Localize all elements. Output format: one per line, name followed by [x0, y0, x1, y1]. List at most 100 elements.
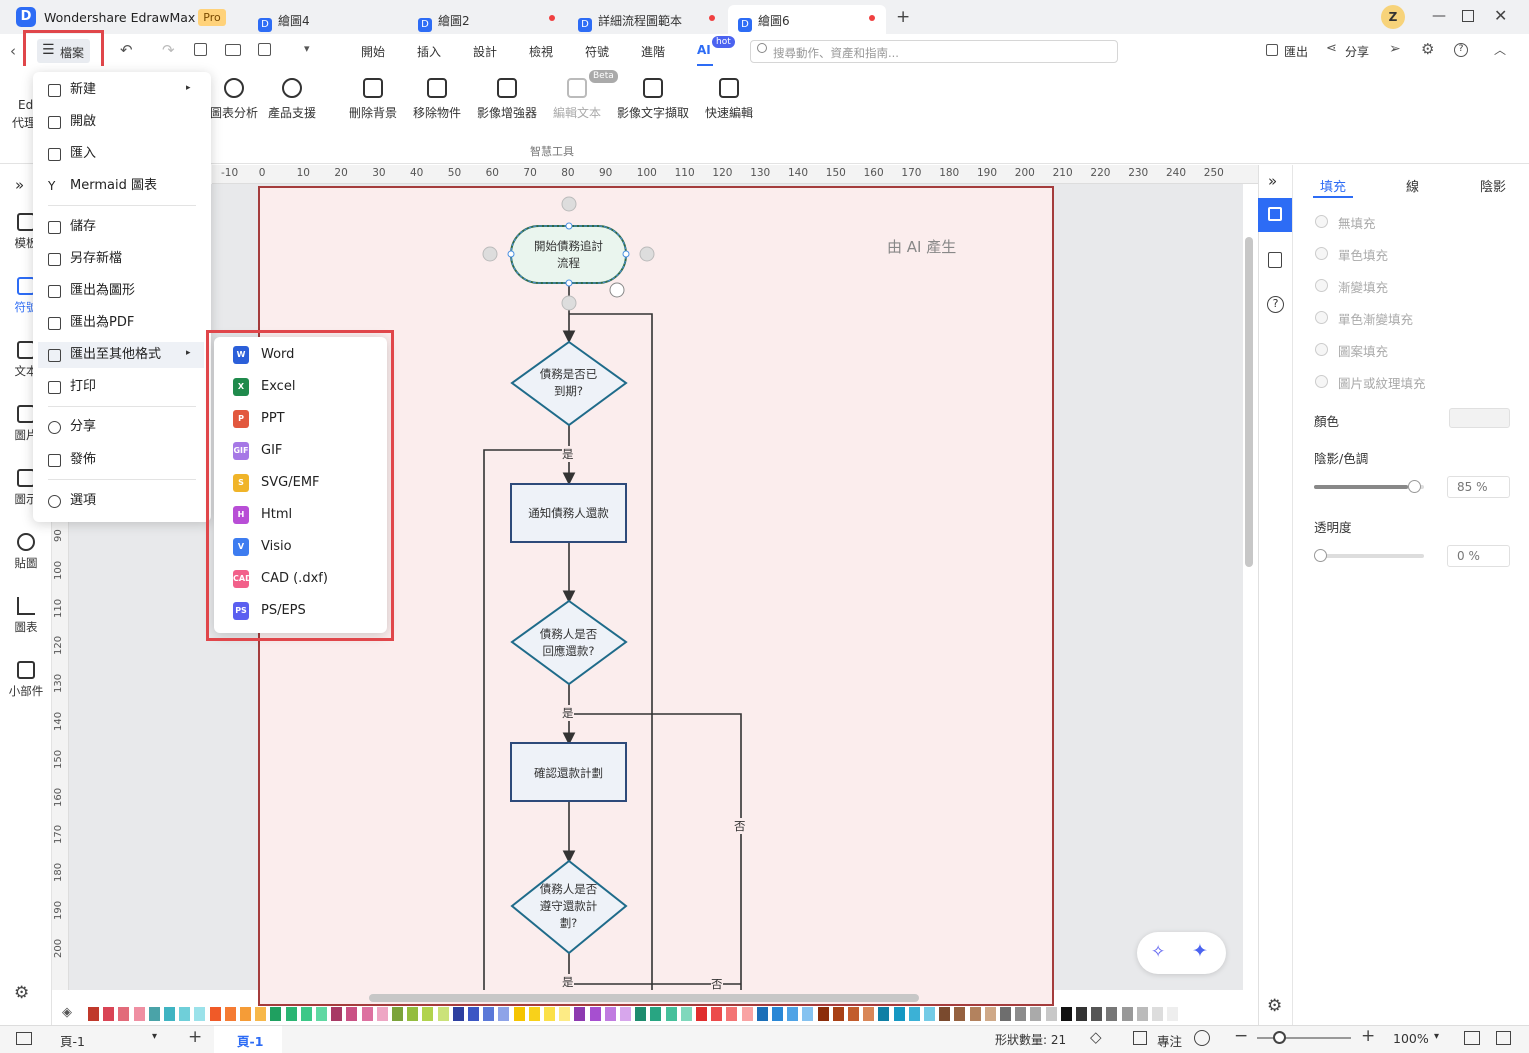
- color-swatch[interactable]: [574, 1007, 586, 1021]
- color-swatch[interactable]: [407, 1007, 419, 1021]
- color-swatch[interactable]: [437, 1007, 449, 1021]
- color-swatch[interactable]: [589, 1007, 601, 1021]
- zoom-slider-handle[interactable]: [1273, 1031, 1286, 1044]
- menu-open[interactable]: 開啟: [48, 109, 208, 135]
- color-swatch[interactable]: [559, 1007, 571, 1021]
- menu-export-other[interactable]: 匯出至其他格式: [38, 342, 204, 368]
- color-swatch[interactable]: [650, 1007, 662, 1021]
- color-swatch[interactable]: [300, 1007, 312, 1021]
- color-swatch[interactable]: [756, 1007, 768, 1021]
- color-swatch[interactable]: [88, 1007, 99, 1021]
- menu-publish[interactable]: 發佈: [48, 447, 208, 473]
- color-swatch[interactable]: [1121, 1007, 1133, 1021]
- rotate-handle[interactable]: [609, 282, 625, 298]
- transparency-slider-handle[interactable]: [1314, 549, 1327, 562]
- color-swatch[interactable]: [1152, 1007, 1163, 1021]
- menu-export-pdf[interactable]: 匯出為PDF: [48, 310, 208, 336]
- color-swatch[interactable]: [316, 1007, 327, 1021]
- color-swatch[interactable]: [361, 1007, 373, 1021]
- color-picker[interactable]: [1449, 408, 1510, 428]
- add-page-icon[interactable]: +: [188, 1027, 202, 1047]
- connection-handle-top[interactable]: [561, 196, 577, 212]
- radio-no-fill[interactable]: [1315, 215, 1328, 228]
- color-swatch[interactable]: [103, 1007, 115, 1021]
- menu-save-as[interactable]: 另存新檔: [48, 246, 208, 272]
- color-swatch[interactable]: [1000, 1007, 1011, 1021]
- color-swatch[interactable]: [924, 1007, 935, 1021]
- menu-export-image[interactable]: 匯出為圖形: [48, 278, 208, 304]
- menu-new[interactable]: 新建: [48, 77, 208, 103]
- color-swatch[interactable]: [224, 1007, 236, 1021]
- shade-slider-handle[interactable]: [1407, 480, 1421, 493]
- color-swatch[interactable]: [1015, 1007, 1027, 1021]
- fit-page-icon[interactable]: [1496, 1031, 1511, 1045]
- color-swatch[interactable]: [346, 1007, 358, 1021]
- color-swatch[interactable]: [1045, 1007, 1057, 1021]
- tab-fill[interactable]: 填充: [1320, 176, 1346, 195]
- panel-settings-icon[interactable]: ⚙: [1267, 996, 1282, 1016]
- layers-icon[interactable]: ◇: [1090, 1028, 1102, 1046]
- color-swatch[interactable]: [848, 1007, 859, 1021]
- color-swatch[interactable]: [285, 1007, 297, 1021]
- color-swatch[interactable]: [726, 1007, 738, 1021]
- menu-import[interactable]: 匯入: [48, 141, 208, 167]
- color-swatch[interactable]: [544, 1007, 555, 1021]
- color-swatch[interactable]: [863, 1007, 875, 1021]
- page-properties-icon[interactable]: [1268, 252, 1282, 268]
- fill-bucket-icon[interactable]: ◈: [62, 1005, 72, 1020]
- color-swatch[interactable]: [1136, 1007, 1148, 1021]
- menu-print[interactable]: 打印: [48, 374, 208, 400]
- menu-options[interactable]: 選項: [48, 488, 208, 514]
- color-swatch[interactable]: [1091, 1007, 1103, 1021]
- radio-single-gradient-fill[interactable]: [1315, 311, 1328, 324]
- color-swatch[interactable]: [1060, 1007, 1072, 1021]
- color-swatch[interactable]: [468, 1007, 479, 1021]
- color-swatch[interactable]: [331, 1007, 343, 1021]
- vertical-scrollbar[interactable]: [1245, 237, 1253, 567]
- color-swatch[interactable]: [787, 1007, 799, 1021]
- color-swatch[interactable]: [209, 1007, 221, 1021]
- color-swatch[interactable]: [620, 1007, 631, 1021]
- play-icon[interactable]: [1194, 1030, 1210, 1046]
- color-swatch[interactable]: [635, 1007, 647, 1021]
- horizontal-scrollbar[interactable]: [369, 994, 919, 1002]
- toggle-panel-icon[interactable]: [16, 1032, 32, 1045]
- color-swatch[interactable]: [179, 1007, 191, 1021]
- color-swatch[interactable]: [270, 1007, 282, 1021]
- tab-shadow[interactable]: 陰影: [1480, 176, 1506, 195]
- color-swatch[interactable]: [908, 1007, 920, 1021]
- color-swatch[interactable]: [376, 1007, 388, 1021]
- color-swatch[interactable]: [893, 1007, 905, 1021]
- ai-sparkle-icon[interactable]: ✦: [1192, 940, 1208, 962]
- color-swatch[interactable]: [696, 1007, 707, 1021]
- chevron-down-icon[interactable]: ▾: [152, 1031, 157, 1042]
- transparency-value-input[interactable]: 0 %: [1447, 545, 1510, 567]
- color-swatch[interactable]: [118, 1007, 130, 1021]
- chevron-down-icon[interactable]: ▾: [1434, 1031, 1439, 1042]
- menu-save[interactable]: 儲存: [48, 214, 208, 240]
- magic-wand-icon[interactable]: ✧: [1151, 942, 1165, 962]
- radio-picture-fill[interactable]: [1315, 375, 1328, 388]
- help-panel-icon[interactable]: ?: [1267, 296, 1284, 313]
- color-swatch[interactable]: [984, 1007, 996, 1021]
- book-view-icon[interactable]: [1464, 1031, 1480, 1045]
- color-swatch[interactable]: [665, 1007, 677, 1021]
- color-swatch[interactable]: [1167, 1007, 1179, 1021]
- radio-pattern-fill[interactable]: [1315, 343, 1328, 356]
- color-swatch[interactable]: [711, 1007, 723, 1021]
- color-swatch[interactable]: [133, 1007, 145, 1021]
- color-swatch[interactable]: [954, 1007, 966, 1021]
- color-swatch[interactable]: [452, 1007, 464, 1021]
- color-swatch[interactable]: [498, 1007, 510, 1021]
- radio-solid-fill[interactable]: [1315, 247, 1328, 260]
- color-swatch[interactable]: [148, 1007, 160, 1021]
- collapse-panel-icon[interactable]: »: [1268, 172, 1277, 190]
- color-swatch[interactable]: [483, 1007, 495, 1021]
- color-swatch[interactable]: [392, 1007, 403, 1021]
- zoom-slider-track[interactable]: [1257, 1037, 1351, 1039]
- color-swatch[interactable]: [255, 1007, 267, 1021]
- color-swatch[interactable]: [1076, 1007, 1087, 1021]
- color-swatch[interactable]: [194, 1007, 206, 1021]
- focus-mode-button[interactable]: 專注: [1157, 1031, 1182, 1050]
- color-swatch[interactable]: [513, 1007, 525, 1021]
